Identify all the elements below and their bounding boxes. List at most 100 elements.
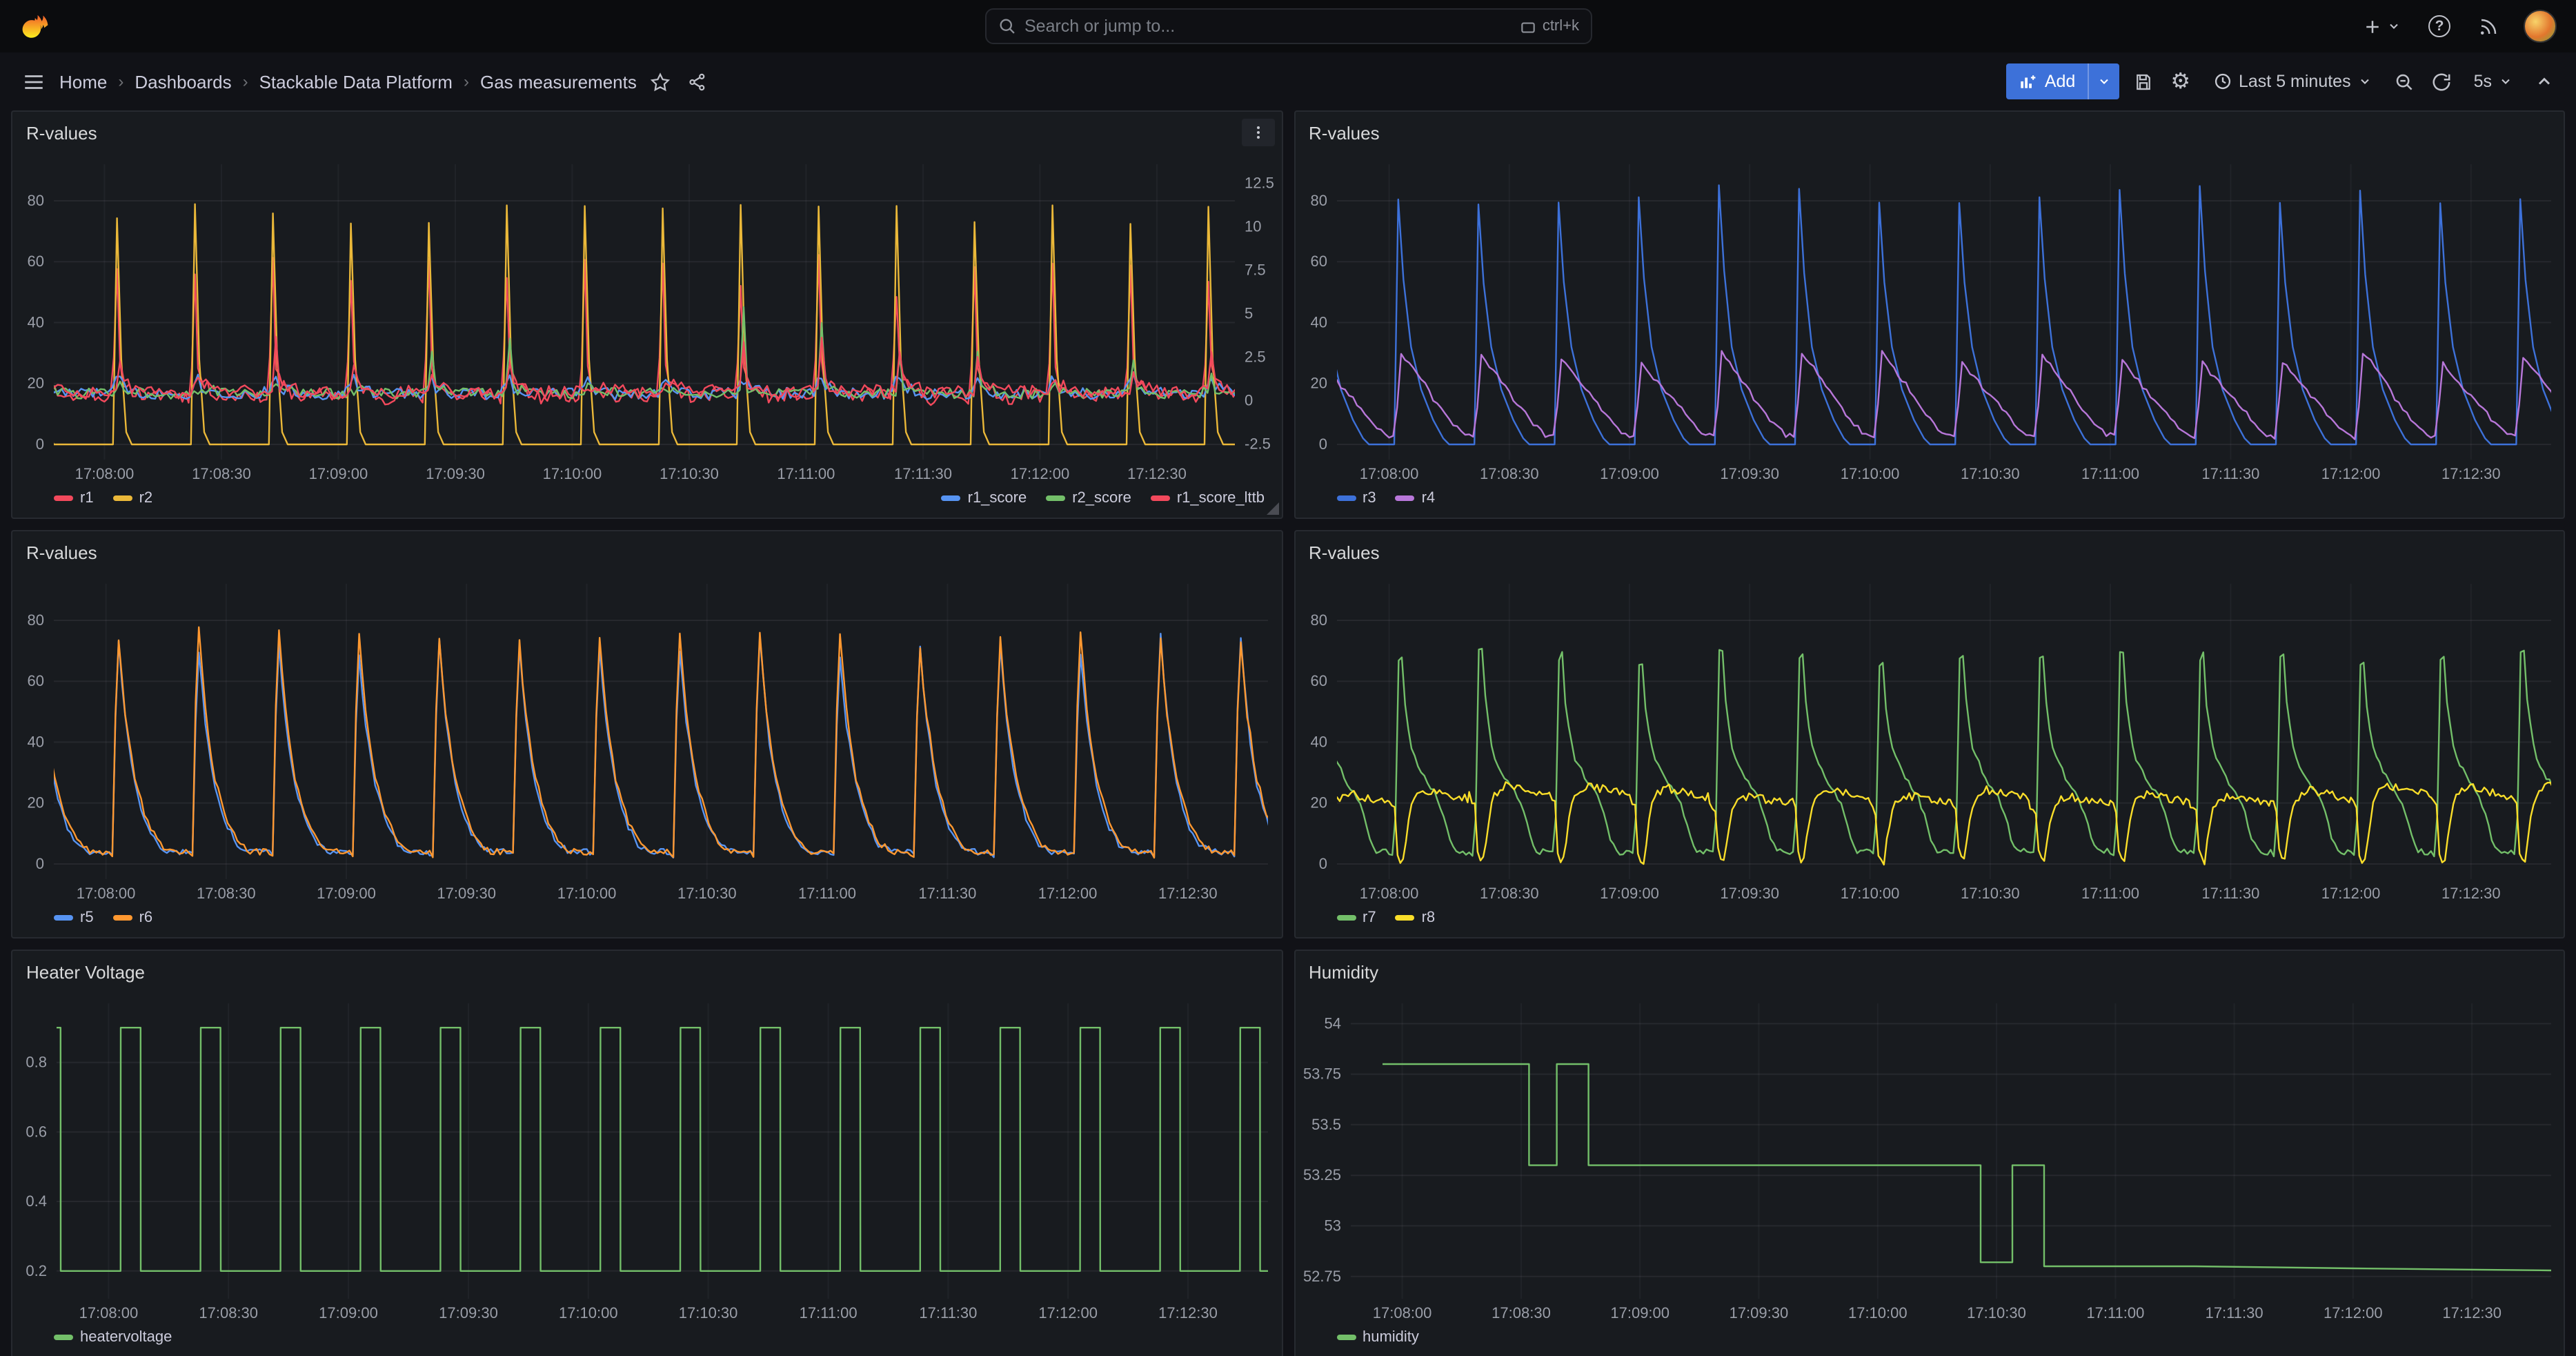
series-r2 <box>26 204 1274 444</box>
x-axis-label: 17:12:30 <box>1127 465 1187 482</box>
time-series-chart[interactable]: 0.20.40.60.817:08:0017:08:3017:09:0017:0… <box>12 992 1281 1326</box>
chart-svg: 02040608017:08:0017:08:3017:09:0017:09:3… <box>1295 573 2564 907</box>
x-axis-label: 17:08:00 <box>1359 465 1418 482</box>
legend-item-r2_score[interactable]: r2_score <box>1046 490 1131 507</box>
legend-item-r3[interactable]: r3 <box>1336 490 1376 507</box>
x-axis-label: 17:08:00 <box>77 885 136 902</box>
share-button[interactable] <box>685 68 711 95</box>
x-axis-label: 17:09:30 <box>1729 1304 1788 1321</box>
panel-humidity: Humidity 52.755353.2553.553.755417:08:00… <box>1294 950 2565 1356</box>
y-axis-right-label: 0 <box>1245 391 1253 409</box>
chevron-up-icon <box>2535 72 2554 91</box>
panel-title[interactable]: R-values <box>1309 122 1380 143</box>
panel-title[interactable]: R-values <box>1309 542 1380 562</box>
grafana-logo-icon[interactable] <box>19 10 51 42</box>
y-axis-label: 53.25 <box>1302 1166 1340 1183</box>
legend-item-r2[interactable]: r2 <box>113 490 153 507</box>
legend-item-r4[interactable]: r4 <box>1396 490 1436 507</box>
y-axis-label: 0 <box>1318 435 1327 453</box>
time-series-chart[interactable]: 02040608017:08:0017:08:3017:09:0017:09:3… <box>12 573 1281 907</box>
legend-item-r7[interactable]: r7 <box>1336 910 1376 926</box>
panel-title[interactable]: R-values <box>26 122 97 143</box>
time-series-chart[interactable]: 02040608017:08:0017:08:3017:09:0017:09:3… <box>1295 153 2564 487</box>
search-input[interactable] <box>1024 17 1511 36</box>
legend-item-r1[interactable]: r1 <box>54 490 94 507</box>
news-button[interactable] <box>2475 13 2501 39</box>
panel-title[interactable]: Heater Voltage <box>26 961 145 982</box>
zoom-out-button[interactable] <box>2391 68 2417 95</box>
y-axis-label: 20 <box>1310 375 1327 392</box>
breadcrumb-item-dashboards[interactable]: Dashboards <box>135 71 231 92</box>
legend-item-heatervoltage[interactable]: heatervoltage <box>54 1329 172 1346</box>
x-axis-label: 17:12:30 <box>2441 465 2500 482</box>
x-axis-label: 17:10:30 <box>1966 1304 2025 1321</box>
legend-item-r6[interactable]: r6 <box>113 910 153 926</box>
help-button[interactable]: ? <box>2426 12 2453 40</box>
x-axis-label: 17:08:30 <box>1479 465 1538 482</box>
favorite-button[interactable] <box>648 68 674 95</box>
x-axis-label: 17:12:00 <box>1011 465 1070 482</box>
collapse-topbar-button[interactable] <box>2532 69 2557 94</box>
breadcrumb: Home › Dashboards › Stackable Data Platf… <box>59 71 637 92</box>
panel-title[interactable]: R-values <box>26 542 97 562</box>
dashboard-settings-button[interactable]: ⚙ <box>2168 68 2193 95</box>
legend-item-r5[interactable]: r5 <box>54 910 94 926</box>
x-axis-label: 17:12:00 <box>2321 465 2380 482</box>
breadcrumb-item-home[interactable]: Home <box>59 71 107 92</box>
x-axis-label: 17:08:30 <box>192 465 251 482</box>
y-axis-label: 20 <box>1310 794 1327 812</box>
question-icon: ? <box>2428 15 2450 37</box>
x-axis-label: 17:12:00 <box>1038 1304 1098 1321</box>
x-axis-label: 17:10:00 <box>1840 465 1899 482</box>
add-button-caret[interactable] <box>2089 63 2119 99</box>
add-button-label: Add <box>2045 72 2076 91</box>
legend-swatch <box>54 1335 73 1340</box>
series-r5 <box>26 633 1282 858</box>
x-axis-label: 17:10:30 <box>1960 885 2019 902</box>
chevron-down-icon <box>2097 75 2111 88</box>
panel-menu-button[interactable] <box>1241 119 1274 146</box>
x-axis-label: 17:12:30 <box>1158 885 1218 902</box>
chart-svg: 02040608017:08:0017:08:3017:09:0017:09:3… <box>1295 153 2564 487</box>
time-series-chart[interactable]: 02040608017:08:0017:08:3017:09:0017:09:3… <box>12 153 1281 487</box>
user-avatar[interactable] <box>2524 10 2557 43</box>
menu-toggle-button[interactable] <box>19 67 48 96</box>
refresh-interval-picker[interactable]: 5s <box>2466 66 2521 97</box>
panel-resize-handle[interactable] <box>1266 502 1278 515</box>
search-box[interactable]: ctrl+k <box>984 8 1592 44</box>
x-axis-label: 17:08:00 <box>1372 1304 1431 1321</box>
legend-label: r1_score <box>968 490 1027 507</box>
legend-item-r8[interactable]: r8 <box>1396 910 1436 926</box>
x-axis-label: 17:10:00 <box>559 1304 618 1321</box>
y-axis-label: 60 <box>1310 253 1327 270</box>
y-axis-label: 54 <box>1324 1014 1340 1032</box>
panel-heater-voltage: Heater Voltage 0.20.40.60.817:08:0017:08… <box>11 950 1282 1356</box>
x-axis-label: 17:08:00 <box>1359 885 1418 902</box>
y-axis-label: 0 <box>36 435 44 453</box>
chevron-down-icon <box>2358 75 2372 88</box>
legend-item-r1_score_lttb[interactable]: r1_score_lttb <box>1151 490 1265 507</box>
new-button[interactable] <box>2359 13 2404 39</box>
grafana-app: ctrl+k ? Home <box>0 0 2576 1356</box>
refresh-button[interactable] <box>2428 68 2455 95</box>
panel-title[interactable]: Humidity <box>1309 961 1378 982</box>
zoom-out-icon <box>2394 71 2415 92</box>
x-axis-label: 17:08:30 <box>197 885 256 902</box>
time-series-chart[interactable]: 52.755353.2553.553.755417:08:0017:08:301… <box>1295 992 2564 1326</box>
save-dashboard-button[interactable] <box>2130 68 2157 95</box>
time-series-chart[interactable]: 02040608017:08:0017:08:3017:09:0017:09:3… <box>1295 573 2564 907</box>
add-button[interactable]: Add <box>2006 63 2120 99</box>
shortcut-label: ctrl+k <box>1543 18 1579 35</box>
legend: r5 r6 <box>12 907 1281 937</box>
legend: r7 r8 <box>1295 907 2564 937</box>
x-axis-label: 17:11:00 <box>2081 885 2139 902</box>
legend-label: r4 <box>1422 490 1436 507</box>
time-range-picker[interactable]: Last 5 minutes <box>2204 66 2380 97</box>
x-axis-label: 17:09:00 <box>1599 885 1658 902</box>
legend-label: r2_score <box>1072 490 1131 507</box>
x-axis-label: 17:12:30 <box>2441 1304 2501 1321</box>
breadcrumb-item-folder[interactable]: Stackable Data Platform <box>259 71 453 92</box>
legend-item-r1_score[interactable]: r1_score <box>942 490 1027 507</box>
legend-item-humidity[interactable]: humidity <box>1336 1329 1419 1346</box>
chart-svg: 0.20.40.60.817:08:0017:08:3017:09:0017:0… <box>12 992 1282 1326</box>
